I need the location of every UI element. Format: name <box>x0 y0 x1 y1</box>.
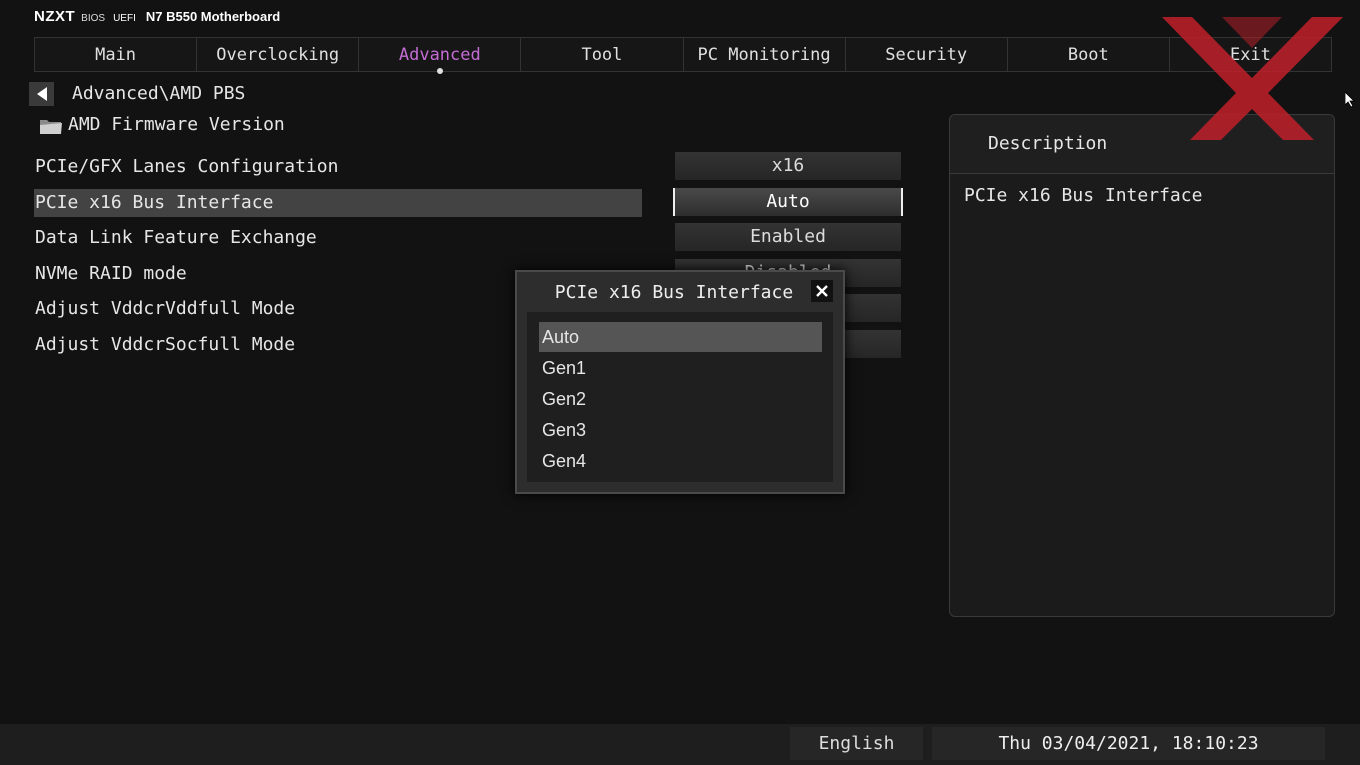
description-text: PCIe x16 Bus Interface <box>964 185 1203 206</box>
folder-icon <box>40 120 62 134</box>
mouse-cursor-icon <box>1345 92 1355 108</box>
setting-label[interactable]: Data Link Feature Exchange <box>34 224 317 252</box>
bios-label: BIOS <box>81 13 106 24</box>
language-button[interactable]: English <box>790 727 923 760</box>
main-tabs: Main Overclocking Advanced Tool PC Monit… <box>34 37 1332 74</box>
back-arrow-icon <box>36 87 47 101</box>
uefi-label: UEFI <box>113 13 136 24</box>
setting-label[interactable]: Adjust VddcrVddfull Mode <box>34 295 295 323</box>
tab-overclocking[interactable]: Overclocking <box>197 38 360 71</box>
setting-label[interactable]: Adjust VddcrSocfull Mode <box>34 331 295 359</box>
option-auto[interactable]: Auto <box>539 322 822 352</box>
tab-advanced[interactable]: Advanced <box>359 38 522 74</box>
watermark-logo-icon <box>1162 17 1343 140</box>
option-gen4[interactable]: Gen4 <box>539 446 822 476</box>
amd-firmware-version-item[interactable]: AMD Firmware Version <box>68 114 285 135</box>
setting-value[interactable]: Auto <box>673 187 903 216</box>
close-icon <box>816 285 828 297</box>
tab-tool[interactable]: Tool <box>521 38 684 71</box>
setting-row-data-link-feature: Data Link Feature Exchange Enabled <box>34 219 902 255</box>
setting-row-pcie-gfx-lanes: PCIe/GFX Lanes Configuration x16 <box>34 148 902 184</box>
tab-pc-monitoring[interactable]: PC Monitoring <box>684 38 846 71</box>
option-dialog: PCIe x16 Bus Interface Auto Gen1 Gen2 Ge… <box>515 270 845 494</box>
description-panel: Description PCIe x16 Bus Interface <box>949 114 1335 617</box>
bios-header: NZXT BIOS UEFI N7 B550 Motherboard <box>34 8 280 30</box>
setting-row-pcie-x16-bus: PCIe x16 Bus Interface Auto <box>34 184 903 220</box>
back-button[interactable] <box>29 82 54 106</box>
option-gen1[interactable]: Gen1 <box>539 353 822 383</box>
brand-logo: NZXT <box>34 8 76 25</box>
tab-security[interactable]: Security <box>846 38 1008 71</box>
setting-label[interactable]: PCIe/GFX Lanes Configuration <box>34 153 338 181</box>
option-list: Auto Gen1 Gen2 Gen3 Gen4 <box>527 312 833 482</box>
setting-value[interactable]: x16 <box>675 152 901 180</box>
close-button[interactable] <box>811 280 833 302</box>
setting-label[interactable]: NVMe RAID mode <box>34 260 187 288</box>
datetime-display[interactable]: Thu 03/04/2021, 18:10:23 <box>932 727 1325 760</box>
setting-value[interactable]: Enabled <box>675 223 901 251</box>
option-gen3[interactable]: Gen3 <box>539 415 822 445</box>
board-name: N7 B550 Motherboard <box>145 9 281 24</box>
description-title: Description <box>988 133 1108 154</box>
dialog-title: PCIe x16 Bus Interface <box>554 282 794 303</box>
tab-boot[interactable]: Boot <box>1008 38 1170 71</box>
option-gen2[interactable]: Gen2 <box>539 384 822 414</box>
tab-main[interactable]: Main <box>35 38 198 71</box>
breadcrumb: Advanced\AMD PBS <box>72 83 246 104</box>
setting-label[interactable]: PCIe x16 Bus Interface <box>34 188 642 217</box>
